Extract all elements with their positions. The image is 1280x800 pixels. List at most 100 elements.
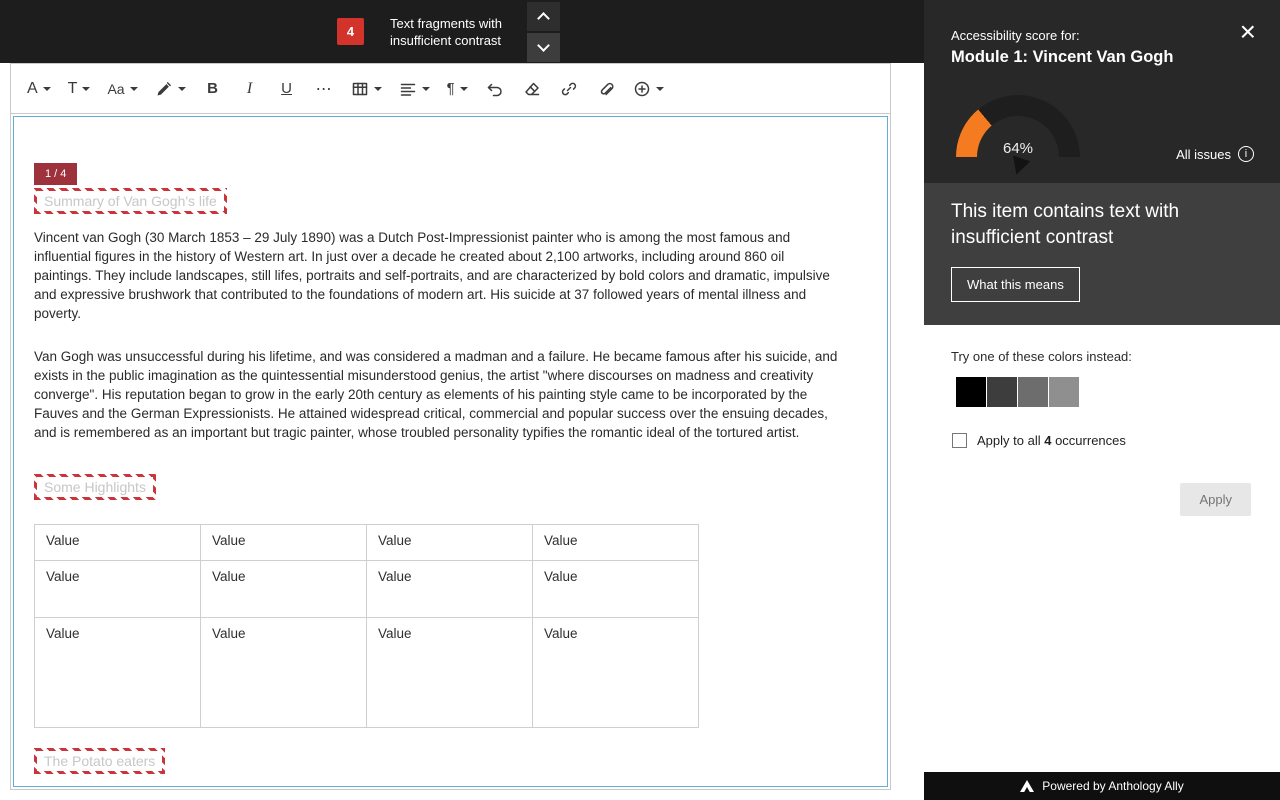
table-cell[interactable]: Value [201,561,367,618]
ally-footer[interactable]: Powered by Anthology Ally [924,772,1280,800]
flagged-fragment-heading-3[interactable]: The Potato eaters [34,748,165,774]
paragraph-button[interactable]: ¶ [443,71,472,107]
link-button[interactable] [555,71,583,107]
what-this-means-button[interactable]: What this means [951,267,1080,302]
rich-text-editor: A T Aa B I U ⋯ [10,63,891,790]
score-section-label: Accessibility score for: [951,28,1080,43]
eraser-icon [523,80,541,98]
paperclip-icon [597,80,615,98]
all-issues-label: All issues [1176,147,1231,162]
font-size-button[interactable]: Aa [103,71,141,107]
dropdown-caret-icon [656,87,664,91]
table-cell[interactable]: Value [35,618,201,728]
more-formatting-button[interactable]: ⋯ [310,71,338,107]
table-row: Value Value Value Value [35,525,699,561]
color-swatch-3[interactable] [1018,377,1048,407]
apply-all-label: Apply to all 4 occurrences [977,433,1126,448]
italic-icon: I [247,80,252,98]
insert-button[interactable] [629,71,668,107]
dropdown-caret-icon [82,87,90,91]
text-color-icon: A [27,80,38,98]
chevron-up-icon [537,12,550,25]
dropdown-caret-icon [43,87,51,91]
table-row: Value Value Value Value [35,561,699,618]
apply-all-suffix: occurrences [1055,433,1126,448]
table-cell[interactable]: Value [533,525,699,561]
close-icon: × [1240,16,1256,47]
dropdown-caret-icon [178,87,186,91]
align-button[interactable] [395,71,434,107]
close-panel-button[interactable]: × [1240,18,1256,46]
text-style-button[interactable]: T [64,71,95,107]
issue-type-line2: insufficient contrast [390,32,502,49]
module-title: Module 1: Vincent Van Gogh [951,48,1173,67]
bold-button[interactable]: B [199,71,227,107]
dropdown-caret-icon [374,87,382,91]
color-swatch-4[interactable] [1049,377,1079,407]
editor-paragraph[interactable]: Vincent van Gogh (30 March 1853 – 29 Jul… [34,228,867,323]
highlight-button[interactable] [151,71,190,107]
what-this-means-label: What this means [967,277,1064,292]
attach-button[interactable] [592,71,620,107]
highlighter-icon [155,80,173,98]
score-value: 64% [956,140,1080,157]
underline-icon: U [281,80,292,97]
all-issues-button[interactable]: All issues i [1176,146,1254,162]
underline-button[interactable]: U [273,71,301,107]
apply-all-checkbox[interactable] [952,433,967,448]
apply-all-row: Apply to all 4 occurrences [952,433,1126,448]
editor-paragraph[interactable]: Van Gogh was unsuccessful during his lif… [34,347,867,442]
eraser-button[interactable] [518,71,546,107]
color-swatch-1[interactable] [956,377,986,407]
issue-type-label: Text fragments with insufficient contras… [390,15,502,49]
table-button[interactable] [347,71,386,107]
table-cell[interactable]: Value [201,525,367,561]
text-style-icon: T [68,80,78,98]
apply-all-prefix: Apply to all [977,433,1041,448]
editor-content[interactable]: 1 / 4 Summary of Van Gogh's life Vincent… [13,116,888,787]
color-swatch-2[interactable] [987,377,1017,407]
issue-message: This item contains text with insufficien… [951,199,1223,251]
anthology-logo [1020,780,1034,792]
dropdown-caret-icon [460,87,468,91]
editor-toolbar: A T Aa B I U ⋯ [11,64,890,114]
bold-icon: B [207,80,218,97]
content-table: Value Value Value Value Value Value Valu… [34,524,699,728]
chevron-down-icon [537,39,550,52]
dropdown-caret-icon [422,87,430,91]
info-glyph: i [1245,148,1247,160]
undo-button[interactable] [481,71,509,107]
table-icon [351,80,369,98]
accessibility-score-gauge: 64% [956,95,1080,157]
table-cell[interactable]: Value [533,618,699,728]
color-swatches [956,377,1079,407]
info-icon: i [1238,146,1254,162]
issue-type-line1: Text fragments with [390,15,502,32]
apply-button[interactable]: Apply [1180,483,1251,516]
table-cell[interactable]: Value [367,525,533,561]
next-issue-button[interactable] [527,33,560,62]
link-icon [560,80,578,98]
pilcrow-icon: ¶ [447,80,455,97]
table-cell[interactable]: Value [201,618,367,728]
font-size-icon: Aa [107,81,124,97]
undo-icon [486,80,504,98]
apply-button-label: Apply [1199,492,1232,507]
table-cell[interactable]: Value [367,618,533,728]
table-cell[interactable]: Value [533,561,699,618]
table-cell[interactable]: Value [35,525,201,561]
issue-count-badge: 4 [337,18,364,45]
score-section: Accessibility score for: Module 1: Vince… [924,0,1280,183]
text-color-button[interactable]: A [23,71,55,107]
align-icon [399,80,417,98]
flagged-fragment-heading-2[interactable]: Some Highlights [34,474,156,500]
flagged-fragment-heading-1[interactable]: Summary of Van Gogh's life [34,188,227,214]
table-cell[interactable]: Value [367,561,533,618]
footer-label: Powered by Anthology Ally [1042,779,1183,793]
italic-button[interactable]: I [236,71,264,107]
dropdown-caret-icon [130,87,138,91]
table-row: Value Value Value Value [35,618,699,728]
previous-issue-button[interactable] [527,2,560,31]
table-cell[interactable]: Value [35,561,201,618]
gauge-needle-icon [1008,156,1030,178]
